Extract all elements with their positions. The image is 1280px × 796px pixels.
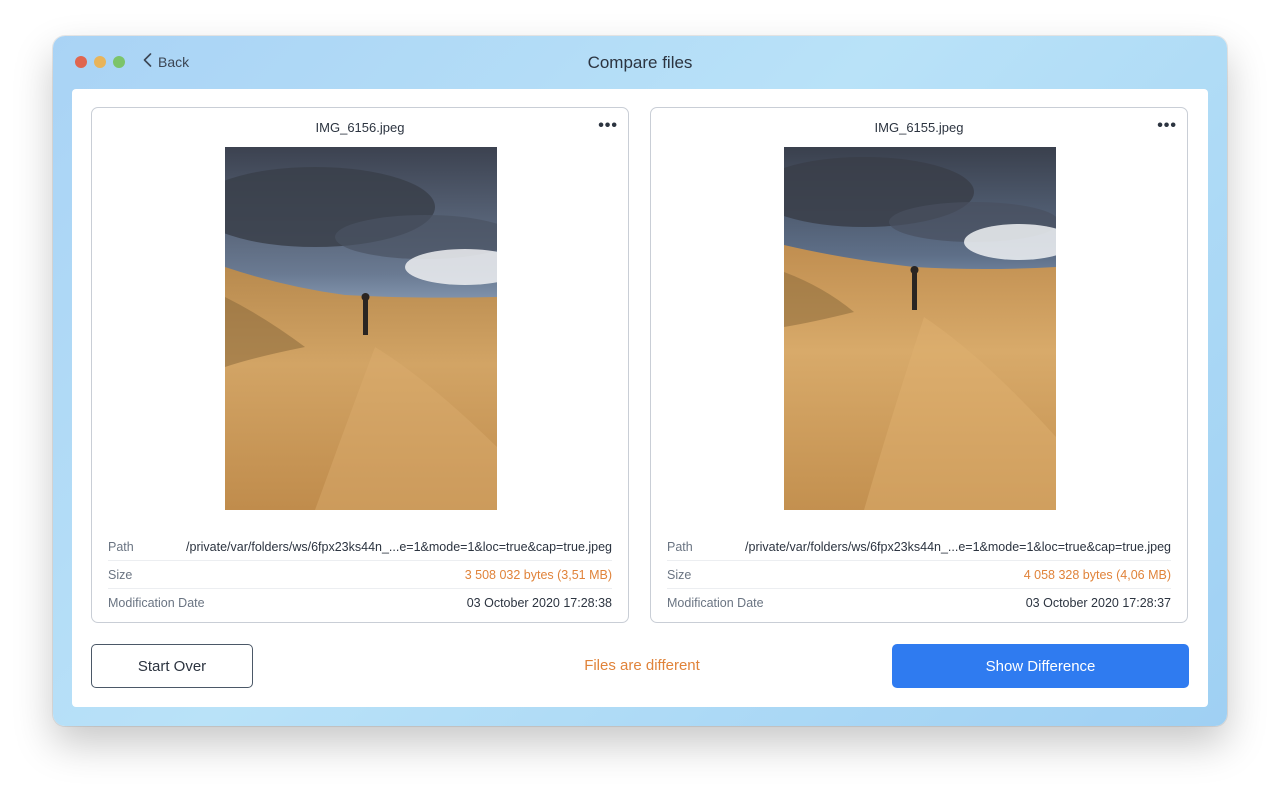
more-horizontal-icon[interactable]: ••• (1157, 118, 1177, 134)
meta-row-size: Size 3 508 032 bytes (3,51 MB) (108, 561, 612, 589)
meta-key: Size (667, 567, 692, 582)
file-preview-image (784, 147, 1056, 510)
comparison-status: Files are different (584, 657, 700, 674)
file-panel-right: IMG_6155.jpeg ••• Path /private/var/fold… (650, 107, 1188, 623)
meta-row-size: Size 4 058 328 bytes (4,06 MB) (667, 561, 1171, 589)
meta-row-path: Path /private/var/folders/ws/6fpx23ks44n… (667, 533, 1171, 561)
meta-key: Path (108, 539, 134, 554)
start-over-button[interactable]: Start Over (91, 644, 253, 688)
meta-key: Size (108, 567, 133, 582)
file-path: /private/var/folders/ws/6fpx23ks44n_...e… (186, 539, 612, 554)
window-title: Compare files (587, 53, 693, 72)
meta-row-date: Modification Date 03 October 2020 17:28:… (108, 589, 612, 616)
file-path: /private/var/folders/ws/6fpx23ks44n_...e… (745, 539, 1171, 554)
meta-row-path: Path /private/var/folders/ws/6fpx23ks44n… (108, 533, 612, 561)
file-size: 3 508 032 bytes (3,51 MB) (464, 567, 612, 582)
meta-row-date: Modification Date 03 October 2020 17:28:… (667, 589, 1171, 616)
file-panel-left: IMG_6156.jpeg ••• Path /private/var/fold… (91, 107, 629, 623)
meta-key: Modification Date (108, 595, 205, 610)
file-name: IMG_6155.jpeg (874, 120, 964, 135)
meta-key: Path (667, 539, 693, 554)
compare-content: IMG_6156.jpeg ••• Path /private/var/fold… (72, 89, 1208, 707)
file-name: IMG_6156.jpeg (315, 120, 405, 135)
app-window: Back Compare files IMG_6156.jpeg ••• Pat… (53, 36, 1227, 726)
file-preview-image (225, 147, 497, 510)
file-size: 4 058 328 bytes (4,06 MB) (1023, 567, 1171, 582)
show-difference-button[interactable]: Show Difference (892, 644, 1189, 688)
more-horizontal-icon[interactable]: ••• (598, 118, 618, 134)
meta-key: Modification Date (667, 595, 764, 610)
file-metadata: Path /private/var/folders/ws/6fpx23ks44n… (667, 533, 1171, 616)
file-metadata: Path /private/var/folders/ws/6fpx23ks44n… (108, 533, 612, 616)
file-modification-date: 03 October 2020 17:28:37 (1025, 595, 1171, 610)
file-modification-date: 03 October 2020 17:28:38 (466, 595, 612, 610)
